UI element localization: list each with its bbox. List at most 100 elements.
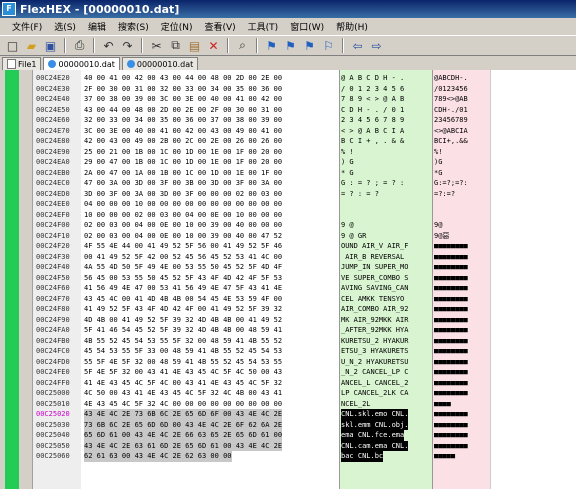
row-hex-bytes[interactable]: 41 49 52 5F 43 4F 4D 42 4F 00 41 49 52 5… bbox=[84, 304, 282, 315]
hex-row[interactable]: 00C25030 73 6B 6C 2E 65 6D 6D 00 43 4E 4C… bbox=[0, 419, 576, 430]
row-hex-bytes[interactable]: 32 00 33 00 34 00 35 00 36 00 37 00 38 0… bbox=[84, 115, 282, 126]
hex-row[interactable]: 00C25020 43 4E 4C 2E 73 6B 6C 2E 65 6D 6F… bbox=[0, 409, 576, 420]
hex-row[interactable]: 00C25010 4E 43 45 4C 5F 32 4C 00 00 00 00… bbox=[0, 399, 576, 410]
row-hex-bytes[interactable]: 43 4E 4C 2E 73 6B 6C 2E 65 6D 6F 00 43 4… bbox=[84, 409, 283, 420]
row-unicode-text[interactable]: /0123456 bbox=[434, 84, 468, 95]
row-ascii-text[interactable]: ANCEL_L CANCEL_2 bbox=[341, 378, 408, 389]
hex-row[interactable]: 00C24F70 43 45 4C 00 41 4D 4B 4B 00 54 45… bbox=[0, 294, 576, 305]
hex-row[interactable]: 00C24EB0 2A 00 47 00 1A 00 1B 00 1C 00 1D… bbox=[0, 168, 576, 179]
row-hex-bytes[interactable]: 43 00 44 00 48 00 2D 00 2E 00 2F 00 30 0… bbox=[84, 105, 282, 116]
row-unicode-text[interactable]: *G bbox=[434, 168, 442, 179]
undo-icon[interactable]: ↶ bbox=[100, 37, 117, 54]
row-unicode-text[interactable]: %! bbox=[434, 147, 442, 158]
row-unicode-text[interactable]: )G bbox=[434, 157, 442, 168]
row-hex-bytes[interactable]: 10 00 00 00 02 00 03 00 04 00 0E 00 10 0… bbox=[84, 210, 282, 221]
tab-00000010-dat[interactable]: 00000010.dat bbox=[121, 57, 199, 70]
row-unicode-text[interactable]: ■■■■■■■■ bbox=[434, 409, 468, 420]
menu-edit[interactable]: 编辑 bbox=[82, 20, 112, 33]
hex-row[interactable]: 00C24F30 00 41 49 52 5F 42 00 52 45 56 45… bbox=[0, 252, 576, 263]
menu-select[interactable]: 选(S) bbox=[48, 20, 82, 33]
save-icon[interactable]: ▣ bbox=[42, 37, 59, 54]
new-file-icon[interactable]: □ bbox=[4, 37, 21, 54]
row-hex-bytes[interactable]: 4C 50 00 43 41 4E 43 45 4C 5F 32 4C 4B 0… bbox=[84, 388, 282, 399]
row-ascii-text[interactable]: @ A B C D H - . bbox=[341, 73, 404, 84]
row-unicode-text[interactable]: ■■■■■■■■ bbox=[434, 378, 468, 389]
hex-row[interactable]: 00C24EF0 10 00 00 00 02 00 03 00 04 00 0E… bbox=[0, 210, 576, 221]
hex-row[interactable]: 00C24E20 40 00 41 00 42 00 43 00 44 00 48… bbox=[0, 73, 576, 84]
row-hex-bytes[interactable]: 4D 4B 00 41 49 52 5F 39 32 4D 4B 4B 00 4… bbox=[84, 315, 282, 326]
menu-view[interactable]: 查看(V) bbox=[198, 20, 241, 33]
row-unicode-text[interactable]: 9@惡 bbox=[434, 231, 449, 242]
row-hex-bytes[interactable]: 4E 43 45 4C 5F 32 4C 00 00 00 00 00 00 0… bbox=[84, 399, 282, 410]
row-ascii-text[interactable]: % ! bbox=[341, 147, 354, 158]
row-ascii-text[interactable]: * G bbox=[341, 168, 354, 179]
row-unicode-text[interactable]: ■■■■■■■■ bbox=[434, 346, 468, 357]
row-hex-bytes[interactable]: 5F 41 46 54 45 52 5F 39 32 4D 4B 4B 00 4… bbox=[84, 325, 282, 336]
row-ascii-text[interactable]: 7 8 9 < > @ A B bbox=[341, 94, 404, 105]
hex-editor-pane[interactable]: 00C24E20 40 00 41 00 42 00 43 00 44 00 48… bbox=[0, 70, 576, 489]
row-ascii-text[interactable]: bac CNL.bc bbox=[341, 451, 384, 462]
row-hex-bytes[interactable]: 3C 00 3E 00 40 00 41 00 42 00 43 00 49 0… bbox=[84, 126, 282, 137]
row-ascii-text[interactable]: = ? : = ? bbox=[341, 189, 379, 200]
row-hex-bytes[interactable]: 3D 00 3F 00 3A 00 3D 00 3F 00 00 00 02 0… bbox=[84, 189, 282, 200]
row-unicode-text[interactable]: ■■■■■■■■ bbox=[434, 325, 468, 336]
row-hex-bytes[interactable]: 29 00 47 00 1B 00 1C 00 1D 00 1E 00 1F 0… bbox=[84, 157, 282, 168]
hex-row[interactable]: 00C24EE0 04 00 00 00 10 00 00 00 00 00 00… bbox=[0, 199, 576, 210]
row-unicode-text[interactable]: ■■■■■■■■ bbox=[434, 357, 468, 368]
row-unicode-text[interactable]: ■■■■ bbox=[434, 399, 451, 410]
row-unicode-text[interactable]: ■■■■■ bbox=[434, 451, 455, 462]
row-hex-bytes[interactable]: 4F 55 4E 44 00 41 49 52 5F 56 00 41 49 5… bbox=[84, 241, 282, 252]
hex-row[interactable]: 00C24F20 4F 55 4E 44 00 41 49 52 5F 56 00… bbox=[0, 241, 576, 252]
row-unicode-text[interactable]: G:=?;=?: bbox=[434, 178, 468, 189]
menu-file[interactable]: 文件(F) bbox=[6, 20, 48, 33]
row-ascii-text[interactable]: AVING SAVING_CAN bbox=[341, 283, 408, 294]
row-hex-bytes[interactable]: 4A 55 4D 50 5F 49 4E 00 53 55 50 45 52 5… bbox=[84, 262, 282, 273]
row-ascii-text[interactable]: AIR_B REVERSAL bbox=[341, 252, 404, 263]
row-hex-bytes[interactable]: 5F 4E 5F 32 00 43 41 4E 43 45 4C 5F 4C 5… bbox=[84, 367, 282, 378]
row-ascii-text[interactable]: VE SUPER_COMBO S bbox=[341, 273, 408, 284]
open-folder-icon[interactable]: ▰ bbox=[23, 37, 40, 54]
delete-icon[interactable]: ✕ bbox=[205, 37, 222, 54]
hex-row[interactable]: 00C24F10 02 00 03 00 04 00 0E 00 10 00 39… bbox=[0, 231, 576, 242]
row-ascii-text[interactable]: 9 @ GR bbox=[341, 231, 366, 242]
row-ascii-text[interactable]: < > @ A B C I A bbox=[341, 126, 404, 137]
hex-row[interactable]: 00C25000 4C 50 00 43 41 4E 43 45 4C 5F 32… bbox=[0, 388, 576, 399]
row-hex-bytes[interactable]: 65 6D 61 00 43 4E 4C 2E 66 63 65 2E 65 6… bbox=[84, 430, 283, 441]
row-hex-bytes[interactable]: 47 00 3A 00 3D 00 3F 00 3B 00 3D 00 3F 0… bbox=[84, 178, 282, 189]
row-ascii-text[interactable]: B C I + , . & & bbox=[341, 136, 404, 147]
row-unicode-text[interactable]: ■■■■■■■■ bbox=[434, 273, 468, 284]
hex-row[interactable]: 00C24EC0 47 00 3A 00 3D 00 3F 00 3B 00 3D… bbox=[0, 178, 576, 189]
row-unicode-text[interactable]: ■■■■■■■■ bbox=[434, 262, 468, 273]
row-ascii-text[interactable]: U_N_2 HYAKURETSU bbox=[341, 357, 408, 368]
hex-row[interactable]: 00C24EA0 29 00 47 00 1B 00 1C 00 1D 00 1E… bbox=[0, 157, 576, 168]
row-hex-bytes[interactable]: 02 00 03 00 04 00 0E 00 10 00 39 00 40 0… bbox=[84, 231, 282, 242]
row-unicode-text[interactable]: ■■■■■■■■ bbox=[434, 367, 468, 378]
menu-tools[interactable]: 工具(T) bbox=[242, 20, 285, 33]
hex-row[interactable]: 00C25060 62 61 63 00 43 4E 4C 2E 62 63 00… bbox=[0, 451, 576, 462]
bookmark-next-icon[interactable]: ⚑ bbox=[301, 37, 318, 54]
row-hex-bytes[interactable]: 00 41 49 52 5F 42 00 52 45 56 45 52 53 4… bbox=[84, 252, 282, 263]
row-ascii-text[interactable]: C D H - . / 0 1 bbox=[341, 105, 404, 116]
hex-row[interactable]: 00C24F40 4A 55 4D 50 5F 49 4E 00 53 55 50… bbox=[0, 262, 576, 273]
hex-row[interactable]: 00C24FF0 41 4E 43 45 4C 5F 4C 00 43 41 4E… bbox=[0, 378, 576, 389]
row-unicode-text[interactable]: ■■■■■■■■ bbox=[434, 294, 468, 305]
row-hex-bytes[interactable]: 2A 00 47 00 1A 00 1B 00 1C 00 1D 00 1E 0… bbox=[84, 168, 282, 179]
row-ascii-text[interactable]: _AFTER_92MKK HYA bbox=[341, 325, 408, 336]
row-ascii-text[interactable]: CEL AMKK TENSYO bbox=[341, 294, 404, 305]
row-ascii-text[interactable]: MK AIR_92MKK AIR bbox=[341, 315, 408, 326]
row-hex-bytes[interactable]: 41 4E 43 45 4C 5F 4C 00 43 41 4E 43 45 4… bbox=[84, 378, 282, 389]
row-unicode-text[interactable]: 789<>@AB bbox=[434, 94, 468, 105]
row-unicode-text[interactable]: <>@ABCIA bbox=[434, 126, 468, 137]
row-unicode-text[interactable]: ■■■■■■■■ bbox=[434, 441, 468, 452]
row-hex-bytes[interactable]: 41 56 49 4E 47 00 53 41 56 49 4E 47 5F 4… bbox=[84, 283, 282, 294]
row-ascii-text[interactable]: LP CANCEL_2LK CA bbox=[341, 388, 408, 399]
row-ascii-text[interactable]: CNL.cam.ema CNL. bbox=[341, 440, 409, 451]
hex-row[interactable]: 00C24FC0 45 54 53 55 5F 33 00 48 59 41 4B… bbox=[0, 346, 576, 357]
back-arrow-icon[interactable]: ⇦ bbox=[349, 37, 366, 54]
row-hex-bytes[interactable]: 55 5F 4E 5F 32 00 48 59 41 4B 55 52 45 5… bbox=[84, 357, 282, 368]
row-ascii-text[interactable]: / 0 1 2 3 4 5 6 bbox=[341, 84, 404, 95]
tab-file1[interactable]: File1 bbox=[2, 57, 42, 70]
row-hex-bytes[interactable]: 37 00 38 00 39 00 3C 00 3E 00 40 00 41 0… bbox=[84, 94, 282, 105]
hex-row[interactable]: 00C24F60 41 56 49 4E 47 00 53 41 56 49 4E… bbox=[0, 283, 576, 294]
hex-row[interactable]: 00C24FD0 55 5F 4E 5F 32 00 48 59 41 4B 55… bbox=[0, 357, 576, 368]
